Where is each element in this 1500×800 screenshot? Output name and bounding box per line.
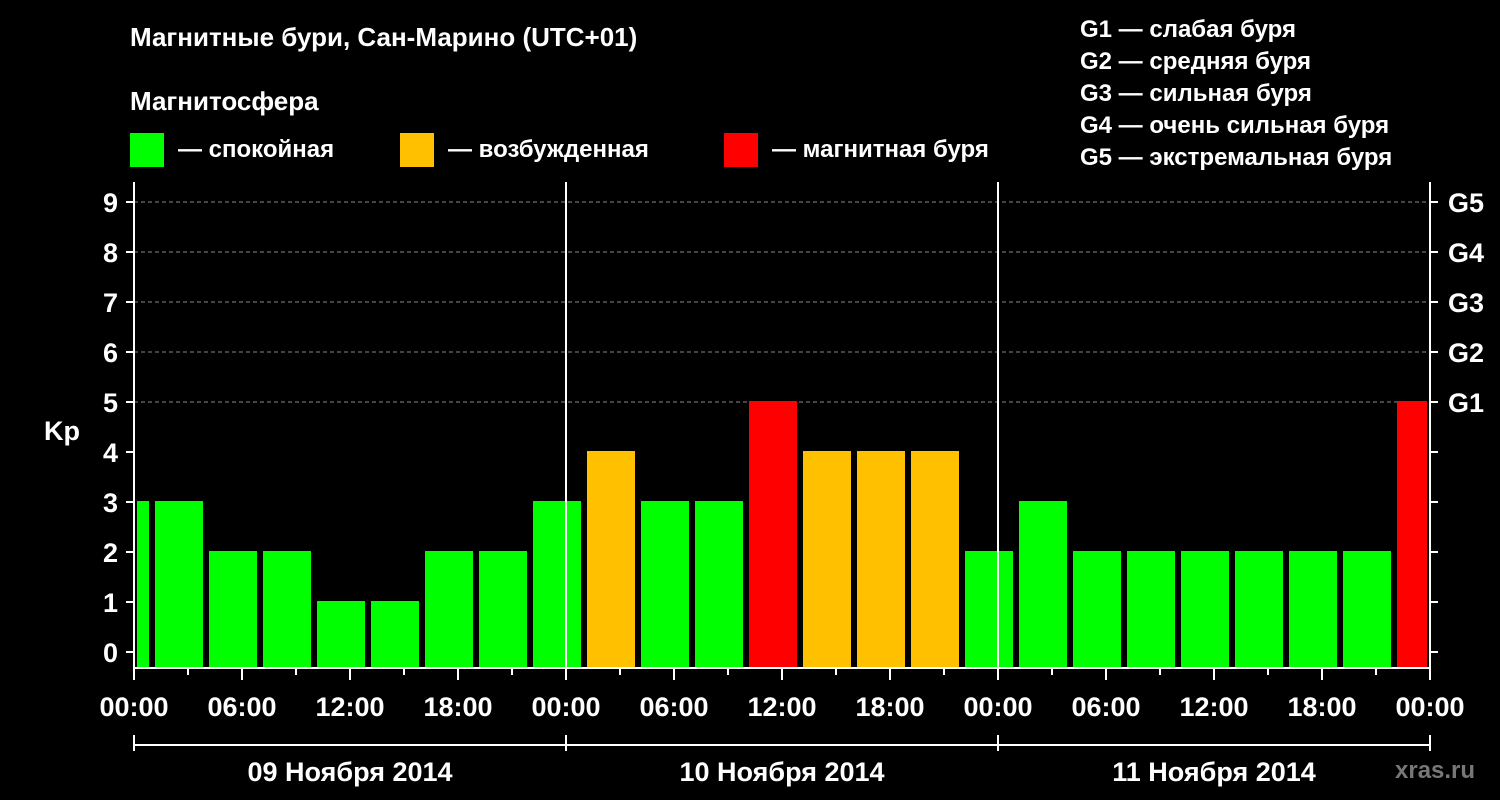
kp-bar-17 [1019, 501, 1067, 668]
x-tick-label-9: 06:00 [1071, 692, 1140, 722]
kp-bar-chart: 0 1 2 3 4 5 6 7 8 9 G1 G2 G3 G4 G5 Kp 00:00 06:00 12:00 18:… [44, 182, 1484, 787]
kp-bar-10 [641, 501, 689, 668]
kp-bar-4 [317, 601, 365, 668]
x-tick-label-2: 12:00 [315, 692, 384, 722]
kp-bar-19 [1127, 551, 1175, 668]
kp-bar-5 [371, 601, 419, 668]
kp-bar-23 [1343, 551, 1391, 668]
kp-bar-6 [425, 551, 473, 668]
x-tick-label-12: 00:00 [1395, 692, 1464, 722]
kp-bar-9 [587, 451, 635, 668]
y-tick-label-1: 1 [103, 588, 118, 618]
y-tick-label-2: 2 [103, 538, 118, 568]
g-level-label-g5: G5 [1448, 188, 1484, 218]
x-tick-label-11: 18:00 [1287, 692, 1356, 722]
kp-bar-20 [1181, 551, 1229, 668]
kp-bar-24 [1397, 401, 1427, 668]
y-tick-label-5: 5 [103, 388, 118, 418]
kp-bar-1 [155, 501, 203, 668]
kp-bar-8 [533, 501, 581, 668]
g-level-label-g4: G4 [1448, 238, 1484, 268]
x-tick-label-6: 12:00 [747, 692, 816, 722]
y-tick-label-4: 4 [103, 438, 118, 468]
y-tick-label-6: 6 [103, 338, 118, 368]
day-label-2: 11 Ноября 2014 [1112, 757, 1316, 787]
y-tick-label-9: 9 [103, 188, 118, 218]
x-tick-label-7: 18:00 [855, 692, 924, 722]
kp-bar-16 [965, 551, 1013, 668]
g-level-label-g3: G3 [1448, 288, 1484, 318]
watermark: xras.ru [1395, 757, 1476, 784]
kp-bar-14 [857, 451, 905, 668]
g-level-label-g1: G1 [1448, 388, 1484, 418]
x-tick-label-0: 00:00 [99, 692, 168, 722]
x-tick-label-8: 00:00 [963, 692, 1032, 722]
x-tick-label-5: 06:00 [639, 692, 708, 722]
y-axis-label: Kp [44, 416, 80, 446]
kp-bar-22 [1289, 551, 1337, 668]
x-tick-label-4: 00:00 [531, 692, 600, 722]
x-tick-label-10: 12:00 [1179, 692, 1248, 722]
y-tick-label-0: 0 [103, 638, 118, 668]
kp-bar-3 [263, 551, 311, 668]
x-tick-label-1: 06:00 [207, 692, 276, 722]
y-tick-label-7: 7 [103, 288, 118, 318]
kp-bar-21 [1235, 551, 1283, 668]
g-level-label-g2: G2 [1448, 338, 1484, 368]
y-tick-label-3: 3 [103, 488, 118, 518]
kp-bar-18 [1073, 551, 1121, 668]
kp-bar-2 [209, 551, 257, 668]
kp-bar-11 [695, 501, 743, 668]
day-label-1: 10 Ноября 2014 [679, 757, 884, 787]
day-label-0: 09 Ноября 2014 [247, 757, 452, 787]
kp-bar-0 [137, 501, 149, 668]
kp-bar-12 [749, 401, 797, 668]
x-tick-label-3: 18:00 [423, 692, 492, 722]
kp-bar-13 [803, 451, 851, 668]
y-tick-label-8: 8 [103, 238, 118, 268]
kp-bar-15 [911, 451, 959, 668]
kp-bar-7 [479, 551, 527, 668]
